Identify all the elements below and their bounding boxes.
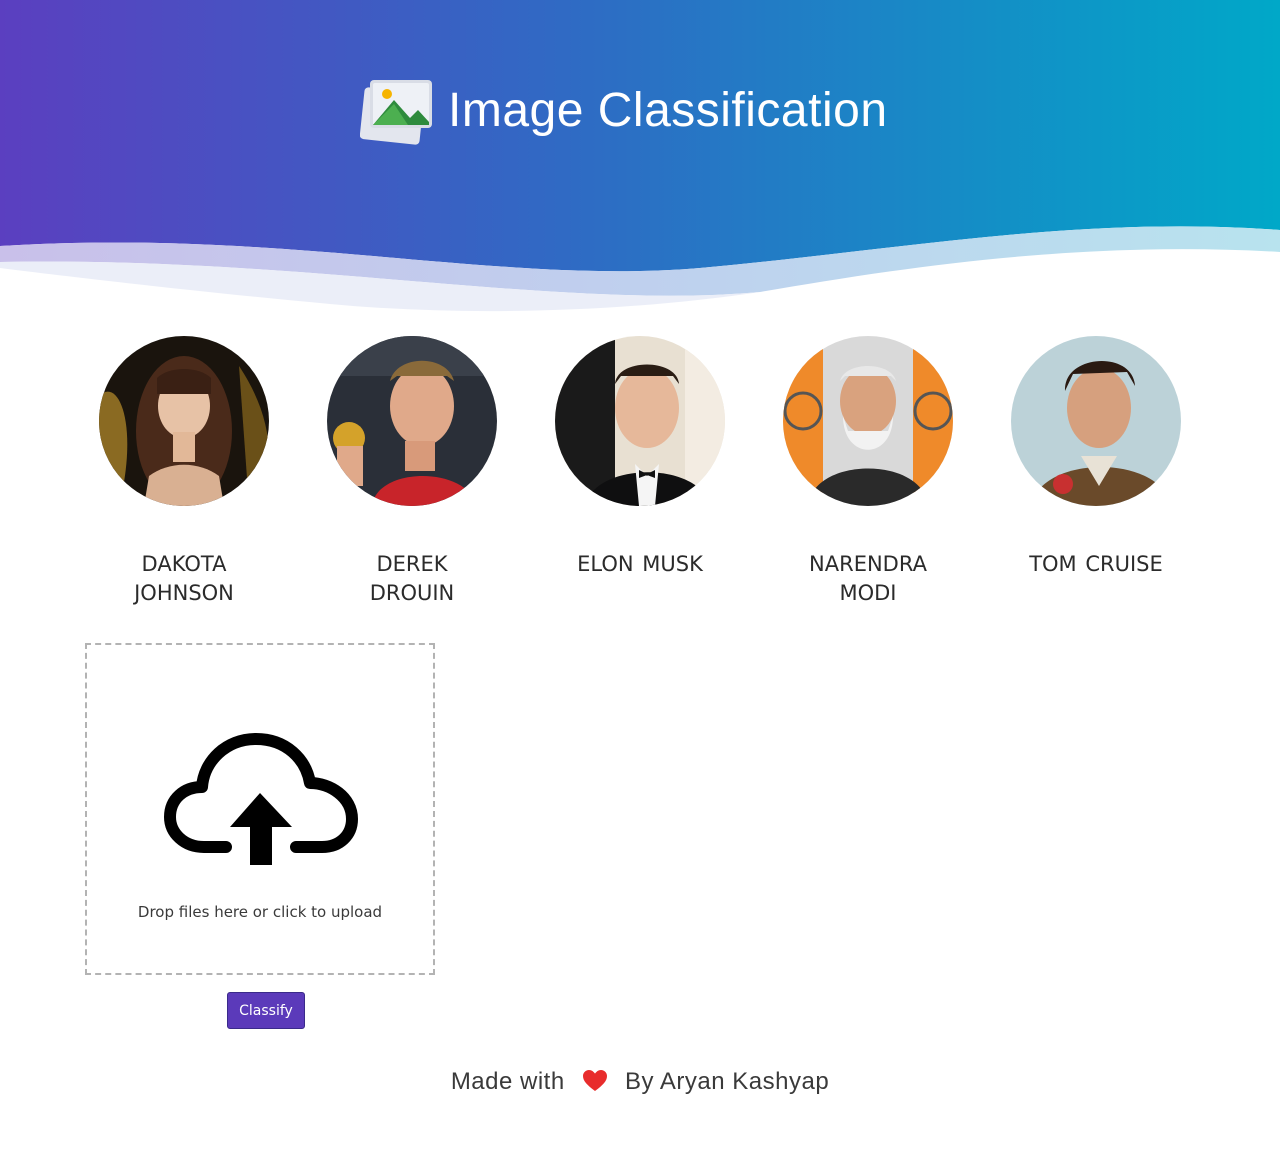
footer-made-with: Made with [450,1068,565,1095]
cloud-upload-icon [164,733,358,865]
upload-hint: Drop files here or click to upload [137,903,383,921]
celebrity-name: TOM CRUISE [1029,552,1163,576]
celebrity-name: DEREK DROUIN [369,552,455,605]
celebrity-card: TOM CRUISE [982,336,1210,579]
file-dropzone[interactable]: Drop files here or click to upload [85,643,435,975]
tom-cruise-photo [1011,336,1181,506]
elon-musk-photo [555,336,725,506]
dakota-johnson-photo [99,336,269,506]
celebrity-name: NARENDRA MODI [809,552,927,605]
celebrity-name: ELON MUSK [577,552,703,576]
celebrity-card: DAKOTA JOHNSON [70,336,298,608]
footer-author: By Aryan Kashyap [625,1068,830,1095]
narendra-modi-photo [783,336,953,506]
header-banner: Image Classification [0,0,1280,320]
celebrity-card: DEREK DROUIN [298,336,526,608]
page: Image Classification DAKOTA JOHNSON DERE… [0,0,1280,1154]
celebrity-list: DAKOTA JOHNSON DEREK DROUIN ELON MUSK NA… [70,336,1210,616]
brand: Image Classification [360,76,888,146]
image-gallery-icon [360,80,432,145]
page-title: Image Classification [448,84,888,137]
classify-button[interactable]: Classify [227,992,305,1029]
header-wave-background [0,0,1280,312]
derek-drouin-photo [327,336,497,506]
heart-icon [582,1070,607,1091]
celebrity-card: ELON MUSK [526,336,754,579]
footer: Made with By Aryan Kashyap [0,1068,1280,1096]
celebrity-card: NARENDRA MODI [754,336,982,608]
celebrity-name: DAKOTA JOHNSON [134,552,234,605]
